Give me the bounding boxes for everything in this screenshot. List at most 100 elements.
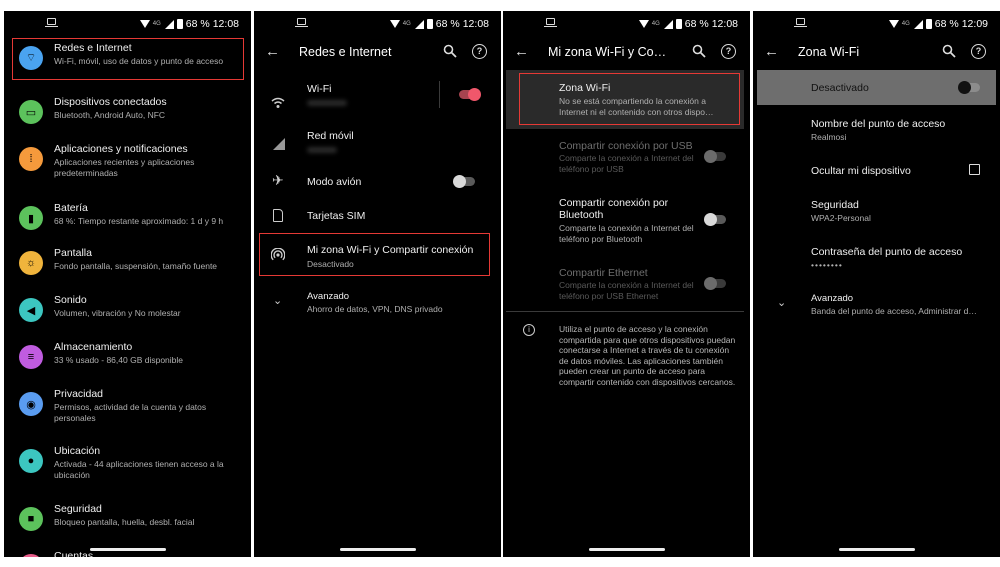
bt-tether-toggle[interactable]: [704, 212, 726, 226]
settings-item-summary: 33 % usado - 86,40 GB disponible: [54, 355, 184, 365]
nav-handle[interactable]: [339, 548, 416, 551]
divider: [506, 311, 744, 312]
settings-item-title: Ubicación: [54, 445, 101, 457]
settings-item-title: Dispositivos conectados: [54, 96, 167, 108]
privacy-icon: ◉: [19, 392, 43, 416]
sound-icon: ◀: [19, 298, 43, 322]
carrier-name: [307, 147, 337, 153]
settings-item-title: Pantalla: [54, 247, 92, 259]
lock-icon: ■: [19, 507, 43, 531]
network-type: 4G: [901, 21, 910, 27]
wifi-toggle[interactable]: [459, 87, 481, 101]
password-label: Contraseña del punto de acceso: [811, 246, 963, 258]
settings-item-summary: Aplicaciones recientes y aplicaciones pr…: [54, 157, 195, 178]
usb-tether-toggle[interactable]: [704, 149, 726, 163]
advanced-summary: Banda del punto de acceso, Administrar d…: [811, 306, 977, 316]
hide-device-checkbox[interactable]: [969, 164, 980, 175]
status-bar: 4G 68 % 12:08: [4, 11, 251, 37]
storage-icon: ≡: [19, 345, 43, 369]
wifi-label: Wi-Fi: [307, 83, 332, 95]
hotspot-name-value: Realmosi: [811, 132, 847, 142]
battery-icon: [925, 19, 932, 29]
battery-icon: [675, 19, 682, 29]
app-bar: ← Mi zona Wi-Fi y Co… ?: [503, 37, 750, 67]
advanced-label: Avanzado: [811, 293, 854, 304]
wifi-network-name: [307, 100, 347, 106]
app-bar: ← Redes e Internet ?: [254, 37, 501, 67]
battery-level: 68 %: [435, 18, 460, 30]
phone-network-internet: 4G 68 % 12:08 ← Redes e Internet ? Wi-Fi…: [254, 11, 501, 557]
network-type: 4G: [402, 21, 411, 27]
location-icon: ●: [19, 449, 43, 473]
wifi-signal-icon: [389, 20, 400, 28]
settings-item-title: Sonido: [54, 294, 87, 306]
battery-icon: ▮: [19, 206, 43, 230]
highlight-box: [519, 73, 740, 125]
network-type: 4G: [152, 21, 161, 27]
help-icon[interactable]: ?: [721, 44, 736, 59]
sim-label: Tarjetas SIM: [307, 210, 366, 222]
wifi-signal-icon: [888, 20, 899, 28]
apps-icon: ⁞: [19, 147, 43, 171]
display-icon: ☼: [19, 251, 43, 275]
ethernet-tether-toggle[interactable]: [704, 276, 726, 290]
hotspot-name-label: Nombre del punto de acceso: [811, 118, 946, 130]
settings-item-title: Seguridad: [54, 503, 102, 515]
phone-hotspot-tethering: 4G 68 % 12:08 ← Mi zona Wi-Fi y Co… ? Zo…: [503, 11, 750, 557]
page-title: Redes e Internet: [299, 45, 392, 59]
hotspot-info-text: Utiliza el punto de acceso y la conexión…: [559, 324, 736, 387]
settings-item-summary: Activada - 44 aplicaciones tienen acceso…: [54, 459, 224, 480]
hotspot-master-toggle[interactable]: [958, 80, 980, 94]
search-icon[interactable]: [443, 44, 457, 58]
clock: 12:08: [212, 18, 239, 30]
help-icon[interactable]: ?: [971, 44, 986, 59]
advanced-summary: Ahorro de datos, VPN, DNS privado: [307, 304, 443, 314]
security-value: WPA2-Personal: [811, 213, 871, 223]
mobile-network-label: Red móvil: [307, 130, 354, 142]
clock: 12:08: [462, 18, 489, 30]
back-arrow-icon[interactable]: ←: [265, 43, 280, 60]
clock: 12:08: [711, 18, 738, 30]
usb-tether-label: Compartir conexión por USB: [559, 140, 693, 152]
search-icon[interactable]: [692, 44, 706, 58]
notification-icon: [45, 18, 58, 27]
master-switch-bar[interactable]: Desactivado: [757, 70, 996, 105]
page-title: Mi zona Wi-Fi y Co…: [548, 45, 667, 59]
network-type: 4G: [651, 21, 660, 27]
status-bar: 4G 68 % 12:08: [503, 11, 750, 37]
usb-tether-desc: Comparte la conexión a Internet del telé…: [559, 153, 694, 174]
back-arrow-icon[interactable]: ←: [764, 43, 779, 60]
wifi-signal-icon: [638, 20, 649, 28]
hide-device-label: Ocultar mi dispositivo: [811, 165, 911, 177]
highlight-box: [12, 38, 244, 80]
search-icon[interactable]: [942, 44, 956, 58]
settings-item-title: Privacidad: [54, 388, 104, 400]
nav-handle[interactable]: [89, 548, 166, 551]
cell-icon: [273, 138, 285, 150]
cell-signal-icon: [164, 19, 174, 29]
ethernet-tether-desc: Comparte la conexión a Internet del telé…: [559, 280, 694, 301]
nav-handle[interactable]: [838, 548, 915, 551]
airplane-toggle[interactable]: [453, 174, 475, 188]
help-icon[interactable]: ?: [472, 44, 487, 59]
divider: [439, 81, 440, 108]
settings-item-title: Cuentas: [54, 550, 94, 557]
settings-item-summary: Fondo pantalla, suspensión, tamaño fuent…: [54, 261, 218, 271]
app-bar: ← Zona Wi-Fi ?: [753, 37, 1000, 67]
settings-item-title: Batería: [54, 202, 88, 214]
master-switch-label: Desactivado: [811, 82, 869, 94]
settings-item-summary: Permisos, actividad de la cuenta y datos…: [54, 402, 207, 423]
ethernet-tether-label: Compartir Ethernet: [559, 267, 648, 279]
back-arrow-icon[interactable]: ←: [514, 43, 529, 60]
settings-item-title: Aplicaciones y notificaciones: [54, 143, 188, 155]
phone-wifi-zone: 4G 68 % 12:09 ← Zona Wi-Fi ? Desactivado…: [753, 11, 1000, 557]
cell-signal-icon: [414, 19, 424, 29]
wifi-icon: [271, 97, 285, 108]
airplane-icon: ✈: [272, 172, 284, 188]
advanced-label: Avanzado: [307, 291, 350, 302]
status-bar: 4G 68 % 12:09: [753, 11, 1000, 37]
settings-item-summary: Bluetooth, Android Auto, NFC: [54, 110, 166, 120]
settings-item-title: Almacenamiento: [54, 341, 133, 353]
nav-handle[interactable]: [588, 548, 665, 551]
status-bar: 4G 68 % 12:08: [254, 11, 501, 37]
